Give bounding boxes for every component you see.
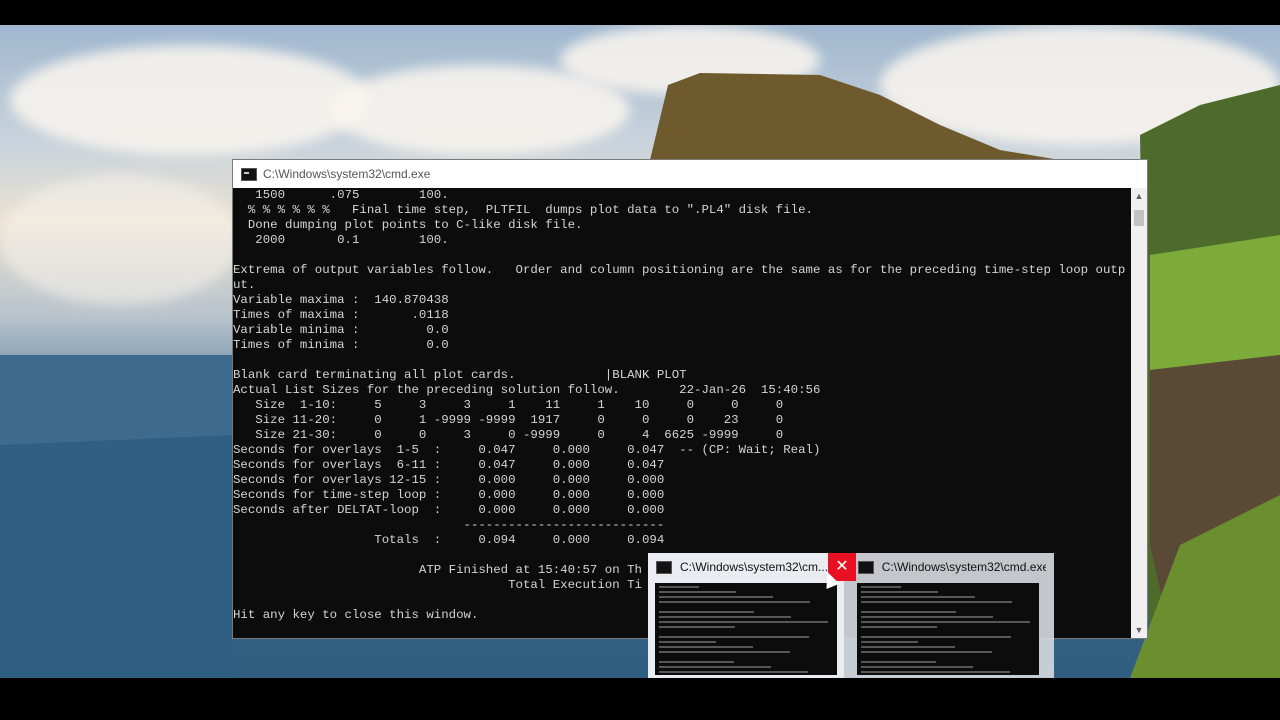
- cmd-app-icon: [241, 167, 257, 181]
- taskbar-preview-2[interactable]: C:\Windows\system32\cmd.exe: [850, 553, 1046, 678]
- thumbnail-text-line: [861, 621, 1030, 623]
- thumbnail-text-line: [861, 661, 936, 663]
- preview-title: C:\Windows\system32\cm...: [680, 560, 829, 574]
- thumbnail-text-line: [861, 651, 992, 653]
- taskbar-preview-panel: C:\Windows\system32\cm... ✕ C:\Windows\s…: [648, 553, 1054, 678]
- thumbnail-text-line: [659, 666, 771, 668]
- preview-thumbnail: [655, 583, 837, 675]
- thumbnail-text-line: [861, 601, 1012, 603]
- thumbnail-text-line: [659, 641, 716, 643]
- thumbnail-text-line: [861, 636, 1011, 638]
- thumbnail-text-line: [659, 646, 753, 648]
- letterbox-bottom: [0, 678, 1280, 720]
- cmd-window-title: C:\Windows\system32\cmd.exe: [263, 167, 431, 181]
- thumbnail-text-line: [861, 641, 918, 643]
- cmd-app-icon: [858, 560, 874, 574]
- thumbnail-text-line: [659, 611, 754, 613]
- thumbnail-text-line: [659, 651, 790, 653]
- thumbnail-text-line: [861, 616, 993, 618]
- preview-title: C:\Windows\system32\cmd.exe: [881, 560, 1046, 574]
- scroll-down-arrow-icon[interactable]: ▼: [1131, 622, 1147, 638]
- thumbnail-text-line: [659, 596, 773, 598]
- thumbnail-text-line: [861, 666, 973, 668]
- preview-thumbnail: [857, 583, 1039, 675]
- thumbnail-text-line: [861, 671, 1010, 673]
- thumbnail-text-line: [861, 611, 956, 613]
- thumbnail-text-line: [861, 591, 938, 593]
- thumbnail-text-line: [659, 601, 810, 603]
- thumbnail-text-line: [861, 586, 901, 588]
- thumbnail-text-line: [861, 646, 955, 648]
- vertical-scrollbar[interactable]: ▲ ▼: [1131, 188, 1147, 638]
- scroll-thumb[interactable]: [1134, 210, 1144, 226]
- letterbox-top: [0, 0, 1280, 25]
- scroll-up-arrow-icon[interactable]: ▲: [1131, 188, 1147, 204]
- thumbnail-text-line: [659, 616, 791, 618]
- cmd-app-icon: [656, 560, 672, 574]
- thumbnail-text-line: [659, 586, 699, 588]
- thumbnail-text-line: [659, 661, 734, 663]
- thumbnail-text-line: [659, 591, 736, 593]
- taskbar-preview-1[interactable]: C:\Windows\system32\cm... ✕: [648, 553, 856, 678]
- thumbnail-text-line: [659, 626, 735, 628]
- thumbnail-text-line: [659, 636, 809, 638]
- thumbnail-text-line: [861, 626, 937, 628]
- thumbnail-text-line: [659, 621, 828, 623]
- thumbnail-text-line: [861, 596, 975, 598]
- thumbnail-text-line: [659, 671, 808, 673]
- cmd-titlebar[interactable]: C:\Windows\system32\cmd.exe: [233, 160, 1147, 188]
